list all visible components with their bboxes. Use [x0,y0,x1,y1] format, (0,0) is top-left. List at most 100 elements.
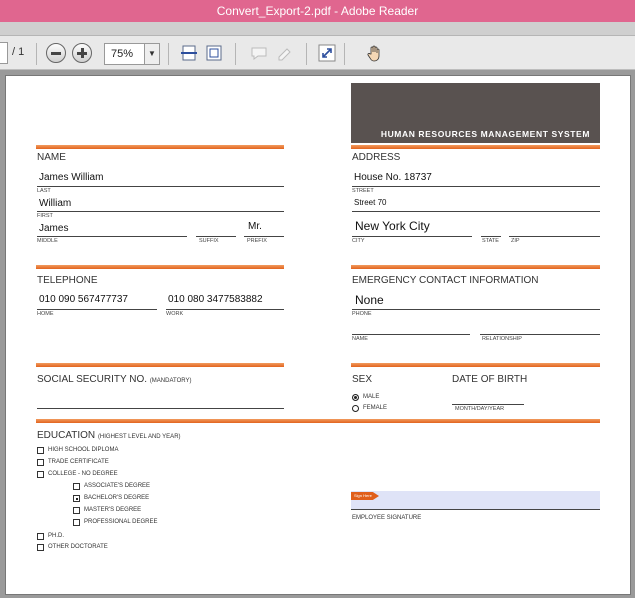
checkbox-high-school[interactable] [37,447,44,454]
last-name-label: LAST [37,188,51,194]
checkbox-phd[interactable] [37,533,44,540]
page-count: / 1 [12,46,25,58]
male-label: MALE [363,394,380,400]
city-label: CITY [352,238,365,244]
female-radio[interactable] [352,405,359,412]
first-name-value[interactable]: William [39,198,71,209]
dob-line[interactable] [452,404,524,405]
zoom-select[interactable]: 75% ▼ [104,43,160,65]
zoom-in-icon[interactable] [72,43,92,63]
sign-here-text: Sign Here [354,493,372,498]
work-phone-line [166,309,284,310]
toolbar: / 1 75% ▼ [0,36,635,70]
home-phone-value[interactable]: 010 090 567477737 [39,294,128,305]
hand-tool-icon[interactable] [366,44,384,62]
ssn-line[interactable] [37,408,284,409]
last-name-value[interactable]: James William [39,172,103,183]
section-divider [351,265,600,269]
female-label: FEMALE [363,405,388,411]
street-line [352,211,600,212]
section-divider [36,265,284,269]
zoom-value: 75% [111,48,134,60]
education-heading-text: EDUCATION [37,430,96,441]
prefix-label: PREFIX [247,238,267,244]
dob-heading: DATE OF BIRTH [452,374,528,385]
college-no-degree-label: COLLEGE - NO DEGREE [48,471,118,477]
phd-label: PH.D. [48,533,65,539]
checkbox-bachelors[interactable] [73,495,80,502]
middle-name-label: MIDDLE [37,238,58,244]
chevron-down-icon[interactable]: ▼ [144,44,159,64]
trade-certificate-label: TRADE CERTIFICATE [48,459,109,465]
fit-page-icon[interactable] [205,44,223,62]
emergency-heading: EMERGENCY CONTACT INFORMATION [352,275,539,286]
emergency-phone-label: PHONE [352,311,372,317]
education-heading: EDUCATION (HIGHEST LEVEL AND YEAR) [37,430,181,441]
section-divider [36,145,284,149]
city-line [352,236,472,237]
work-phone-label: WORK [166,311,184,317]
street-value[interactable]: Street 70 [354,198,386,207]
comment-icon[interactable] [250,44,268,62]
masters-label: MASTER'S DEGREE [84,507,142,513]
zip-line [509,236,600,237]
sex-heading: SEX [352,374,373,385]
signature-field[interactable] [351,491,600,510]
fullscreen-icon[interactable] [318,44,336,62]
middle-name-value[interactable]: James [39,223,68,234]
fit-width-icon[interactable] [180,44,198,62]
address-line1-line [352,186,600,187]
zip-label: ZIP [511,238,520,244]
emergency-phone-value[interactable]: None [355,293,384,307]
telephone-heading: TELEPHONE [37,275,98,286]
toolbar-separator [306,43,307,65]
pdf-page: HUMAN RESOURCES MANAGEMENT SYSTEM NAME J… [5,75,631,595]
state-label: STATE [482,238,499,244]
checkbox-professional[interactable] [73,519,80,526]
street-label: STREET [352,188,374,194]
prefix-value[interactable]: Mr. [248,221,262,232]
ssn-note: (MANDATORY) [149,378,192,384]
suffix-line [196,236,236,237]
associates-label: ASSOCIATE'S DEGREE [84,483,151,489]
middle-name-line [37,236,187,237]
checkbox-college-no-degree[interactable] [37,471,44,478]
work-phone-value[interactable]: 010 080 3477583882 [168,294,263,305]
checkbox-associates[interactable] [73,483,80,490]
suffix-label: SUFFIX [199,238,219,244]
state-line [481,236,501,237]
banner-title: HUMAN RESOURCES MANAGEMENT SYSTEM [380,129,590,139]
education-note: (HIGHEST LEVEL AND YEAR) [97,434,181,440]
address-line1-value[interactable]: House No. 18737 [354,172,432,183]
male-radio[interactable] [352,394,359,401]
city-value[interactable]: New York City [355,219,430,233]
checkbox-trade-certificate[interactable] [37,459,44,466]
menu-strip [0,22,635,36]
toolbar-separator [168,43,169,65]
dob-label: MONTH/DAY/YEAR [455,406,505,412]
checkbox-other-doctorate[interactable] [37,544,44,551]
prefix-line [244,236,284,237]
section-divider [36,363,284,367]
emergency-phone-line [352,309,600,310]
professional-label: PROFESSIONAL DEGREE [84,519,158,525]
home-phone-line [37,309,157,310]
toolbar-separator [235,43,236,65]
last-name-line [37,186,284,187]
header-banner: HUMAN RESOURCES MANAGEMENT SYSTEM [351,83,600,143]
ssn-heading-text: SOCIAL SECURITY NO. [37,374,148,385]
high-school-label: HIGH SCHOOL DIPLOMA [48,447,119,453]
emergency-name-line [352,334,470,335]
toolbar-separator [36,43,37,65]
other-doctorate-label: OTHER DOCTORATE [48,544,108,550]
checkbox-masters[interactable] [73,507,80,514]
toolbar-separator [344,43,345,65]
zoom-out-icon[interactable] [46,43,66,63]
highlight-icon[interactable] [276,44,294,62]
signature-label: EMPLOYEE SIGNATURE [352,515,422,521]
address-heading: ADDRESS [352,152,401,163]
emergency-name-label: NAME [352,336,368,342]
first-name-label: FIRST [37,213,53,219]
page-number-input[interactable] [0,42,8,64]
relationship-line [480,334,600,335]
